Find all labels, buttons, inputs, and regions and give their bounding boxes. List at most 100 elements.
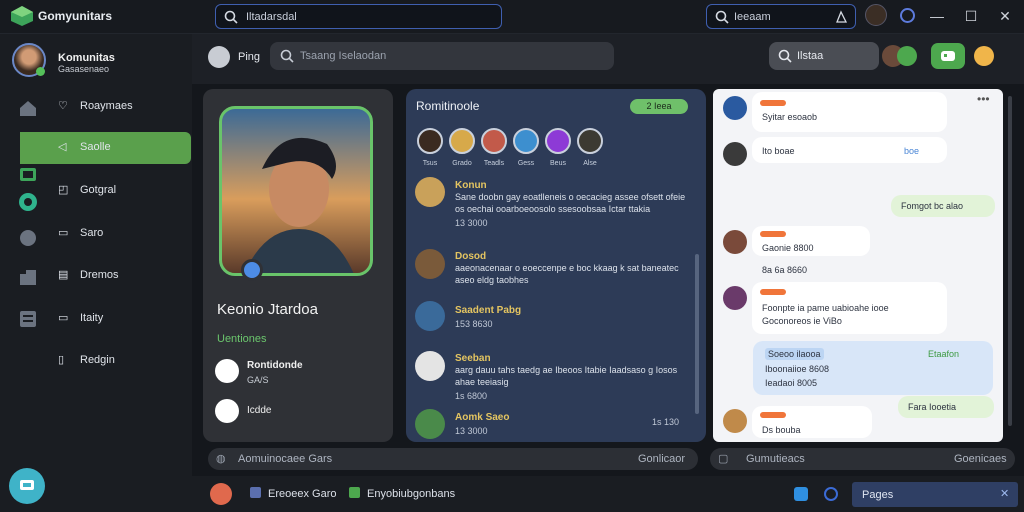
chat-bubble-left[interactable]: Gaonie 8800 [752,226,870,256]
friend-avatar-2[interactable] [215,399,239,423]
right-search-value: Ilstaa [797,50,824,62]
feed-post[interactable]: Saadent Pabg 153 8630 [455,305,690,329]
avatar-story[interactable] [513,128,539,154]
share-icon: ◁ [58,141,67,153]
chat-bubble-left[interactable]: Ito boae boe [752,137,947,163]
message-meta: boe [904,146,920,156]
post-body: aarg dauu tahs taedg ae Ibeoos Itabie Ia… [455,365,678,387]
post-avatar[interactable] [415,249,445,279]
compose-button[interactable] [9,468,45,504]
chat-avatar[interactable] [723,230,747,254]
message-text: Fara Iooetia [908,402,957,412]
avatar-story[interactable] [481,128,507,154]
photo-icon[interactable] [17,166,39,188]
folder-icon: ▭ [58,312,69,324]
nav-item-5[interactable]: ▭ Itaity [52,303,192,335]
user-avatar[interactable] [865,4,887,26]
nav-label: Roaymaes [80,100,133,112]
gamepad-icon[interactable] [17,227,39,249]
message-text: Soeoo ilaooa [765,348,824,360]
status-item-1[interactable]: Ereoeex Garo [268,488,336,500]
feed-post[interactable]: Konun Sane doobn gay eoatlleneis o oecac… [455,180,690,228]
post-avatar[interactable] [415,351,445,381]
chat-avatar[interactable] [723,96,747,120]
feed-post[interactable]: Dosod aaeonacenaar o eoeccenpe e boc kka… [455,251,690,286]
list-icon[interactable] [17,308,39,330]
post-time: 1s 6800 [455,391,488,401]
friend-sub: GA/S [247,375,269,385]
attach-icon: ◍ [216,453,226,465]
nav-item-1[interactable]: ◁ Saolle [20,132,191,164]
close-icon[interactable]: ✕ [996,7,1014,25]
nav-item-3[interactable]: ▭ Saro [52,218,192,250]
post-author: Konun [455,180,487,191]
chat-icon[interactable] [17,191,39,213]
status-item-2[interactable]: Enyobiubgonbans [367,488,455,500]
feed-input-text: Aomuinocaee Gars [238,453,333,465]
close-icon[interactable]: ✕ [1000,487,1009,500]
feed-post[interactable]: Seeban aarg dauu tahs taedg ae Ibeoos It… [455,353,690,401]
chat-input-text: Gumutieacs [746,453,805,465]
online-avatar[interactable] [897,46,917,66]
story-name: Alse [583,160,597,167]
minimize-icon[interactable]: — [928,7,946,25]
post-body: Sane doobn gay eoatlleneis o oecacieg as… [455,192,686,214]
nav-item-4[interactable]: ▤ Dremos [52,260,192,292]
chart-icon[interactable] [17,266,39,288]
chat-bubble-right[interactable]: Fara Iooetia [898,396,994,418]
community-badge[interactable]: 2 Ieea [630,99,688,114]
chat-avatar[interactable] [723,409,747,433]
profile-portrait[interactable] [219,106,373,276]
nav-item-0[interactable]: ♡ Roaymaes [52,91,192,123]
user-avatar-small[interactable] [974,46,994,66]
coin-icon[interactable] [900,8,915,23]
nav-item-6[interactable]: ▯ Redgin [52,345,192,377]
content-search-input[interactable]: Tsaang Iselaodan [270,42,614,70]
chat-bubble-right[interactable]: Soeoo ilaooa Iboonaiioe 8608 Ieadaoi 800… [753,341,993,395]
message-text-plain: 8a 6a 8660 [762,265,808,275]
chat-input[interactable]: ▢ Gumutieacs Goenicaes [710,448,1015,470]
right-search-input[interactable]: Ilstaa [769,42,879,70]
share-icon[interactable] [794,487,808,501]
community-title: Romitinoole [416,99,480,113]
global-search-input[interactable]: Iltadarsdal [215,4,502,29]
search-value: Iltadarsdal [246,11,297,23]
nav-item-2[interactable]: ◰ Gotgral [52,175,192,207]
home-icon[interactable] [17,97,39,119]
status-item-1-icon [250,487,261,498]
post-avatar[interactable] [415,409,445,439]
feed-input-action: Gonlicaor [638,453,686,465]
chat-avatar[interactable] [723,286,747,310]
more-options-icon[interactable]: ••• [977,92,990,106]
profile-name-text: Keonio Jtardoa [217,301,318,318]
pages-field[interactable]: Pages ✕ [852,482,1018,507]
search-icon [280,49,294,63]
author-name: Aomk [455,412,483,423]
section-heading: Uentiones [217,333,267,345]
chat-bubble-left[interactable]: Syitar esoaob [752,92,947,132]
chat-bubble-right[interactable]: Fomgot bc alao [891,195,995,217]
post-avatar[interactable] [415,177,445,207]
maximize-icon[interactable]: ☐ [962,7,980,25]
avatar-story[interactable] [449,128,475,154]
post-avatar[interactable] [415,301,445,331]
chat-avatar[interactable] [723,142,747,166]
chat-scrollbar[interactable] [1008,96,1012,426]
avatar-story[interactable] [545,128,571,154]
ping-avatar[interactable] [208,46,230,68]
friend-avatar[interactable] [215,359,239,383]
avatar-story[interactable] [577,128,603,154]
status-avatar[interactable] [210,483,232,505]
status-bar: Ereoeex Garo Enyobiubgonbans Pages ✕ [192,476,1024,512]
secondary-search-input[interactable]: Ieeaam [706,4,856,29]
content-toolbar: Ping Tsaang Iselaodan Ilstaa [192,34,1024,84]
nav-label: Saolle [80,141,111,153]
game-button[interactable] [931,43,965,69]
friend-name: Rontidonde [247,360,303,371]
settings-icon[interactable] [824,487,838,501]
avatar-story[interactable] [417,128,443,154]
feed-scrollbar[interactable] [695,254,699,414]
feed-input[interactable]: ◍ Aomuinocaee Gars Gonlicaor [208,448,698,470]
chat-bubble-left[interactable]: Foonpte ia pame uabioahe iooe Goconoreos… [752,282,947,334]
chat-bubble-left[interactable]: Ds bouba [752,406,872,438]
